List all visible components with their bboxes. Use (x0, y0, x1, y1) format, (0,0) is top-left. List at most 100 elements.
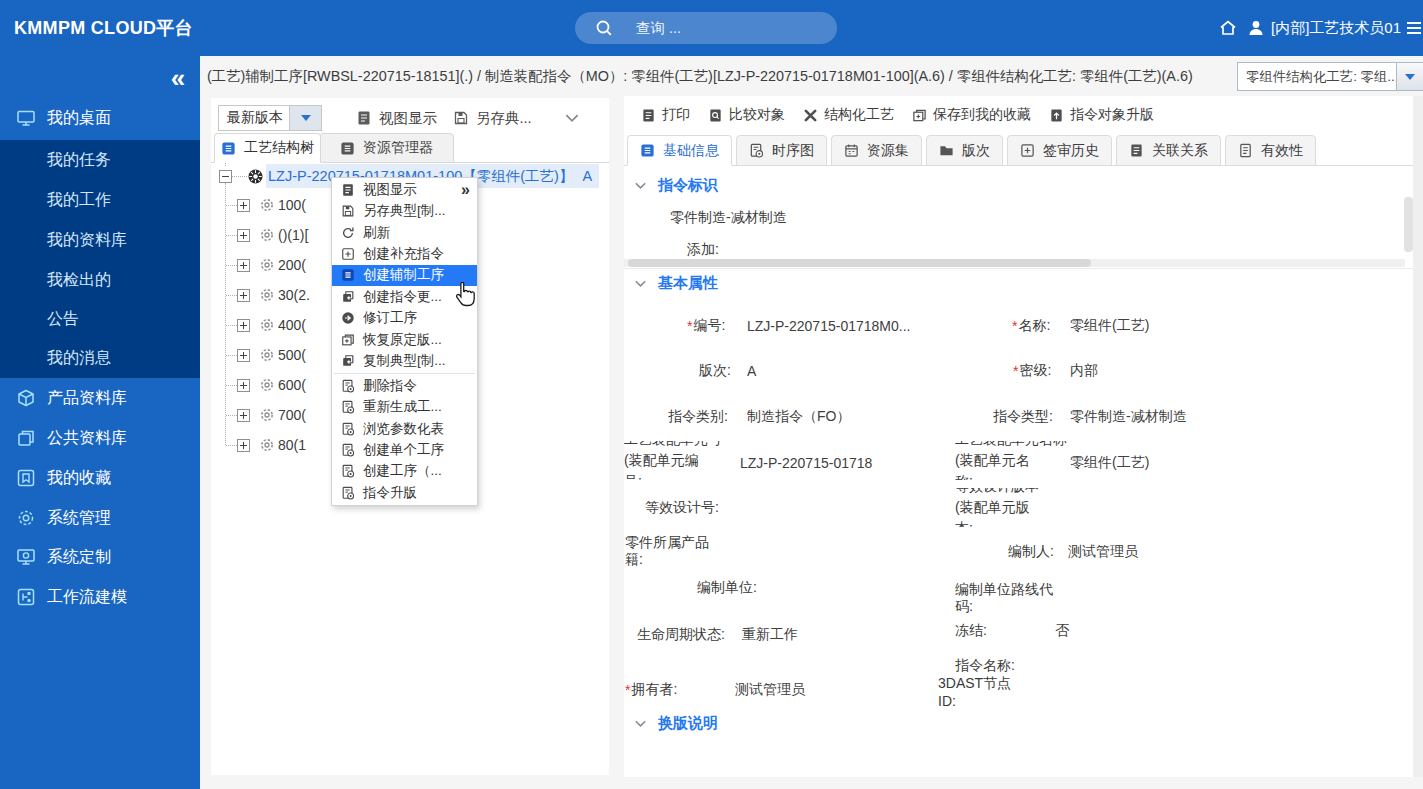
tree-connector (226, 445, 237, 446)
menu-item-restore-original[interactable]: 恢复原定版... (332, 329, 477, 350)
sidebar-item-public-library[interactable]: 公共资料库 (0, 418, 200, 458)
breadcrumb: (工艺)辅制工序[RWBSL-220715-18151](.) / 制造装配指令… (207, 56, 1225, 96)
menu-icon[interactable] (1404, 18, 1423, 38)
menu-item-save-as-typical[interactable]: 另存典型[制... (332, 200, 477, 221)
sidebar-item-system-customization[interactable]: 系统定制 (0, 537, 200, 577)
menu-item-browse-param-table[interactable]: 浏览参数化表 (332, 418, 477, 439)
global-search-input[interactable]: 查询 ... (575, 12, 837, 44)
sidebar-item-my-library[interactable]: 我的资料库 (0, 220, 200, 260)
sidebar-item-system-management[interactable]: 系统管理 (0, 498, 200, 538)
field-type-label: 指令类型: (993, 407, 1053, 427)
tree-node[interactable]: 200( (278, 255, 306, 275)
menu-item-create-single-process[interactable]: 创建单个工序 (332, 439, 477, 460)
menu-item-create-supplement[interactable]: 创建补充指令 (332, 243, 477, 264)
menu-item-view-display[interactable]: 视图显示» (332, 179, 477, 200)
child-expander-plus[interactable] (237, 319, 250, 332)
tree-node[interactable]: 400( (278, 315, 306, 335)
process-selector-dropdown[interactable]: 零组件结构化工艺: 零组... (1237, 62, 1423, 91)
sidebar-item-my-tasks[interactable]: 我的任务 (0, 140, 200, 180)
tree-node[interactable]: 30(2. (278, 285, 310, 305)
field-node-id-label: 3DAST节点ID: (938, 674, 1011, 710)
horizontal-scrollbar-thumb[interactable] (628, 259, 1091, 267)
print-button[interactable]: 打印 (641, 106, 690, 124)
field-unit-name-label: 工艺装配单元名称(装配单元名称: (955, 441, 1075, 480)
tab-process-structure-tree[interactable]: 工艺结构树 (214, 133, 321, 163)
child-expander-plus[interactable] (237, 349, 250, 362)
menu-item-create-process[interactable]: 创建工序（... (332, 461, 477, 482)
collapse-toolbar-icon[interactable] (563, 109, 581, 127)
view-display-button[interactable]: 视图显示 (356, 105, 437, 131)
menu-item-instruction-upgrade[interactable]: 指令升版 (332, 482, 477, 503)
menu-item-delete-instruction[interactable]: 删除指令 (332, 375, 477, 396)
sidebar-collapse-button[interactable]: « (158, 60, 198, 96)
tab-approval-history[interactable]: 签审历史 (1007, 135, 1112, 166)
section-revision-notes[interactable]: 换版说明 (633, 714, 718, 733)
instruction-upgrade-button[interactable]: 指令对象升版 (1049, 106, 1154, 124)
list-icon (341, 268, 355, 282)
save-to-favorites-button[interactable]: 保存到我的收藏 (912, 106, 1031, 124)
vertical-scrollbar-thumb[interactable] (1404, 197, 1413, 252)
root-expander-minus[interactable] (219, 170, 232, 183)
menu-item-revise-process[interactable]: 修订工序 (332, 308, 477, 329)
child-expander-plus[interactable] (237, 229, 250, 242)
tab-revisions[interactable]: 版次 (926, 135, 1003, 166)
field-secrecy-label: 密级: (1013, 361, 1051, 381)
version-select-button[interactable] (289, 106, 321, 130)
user-icon[interactable] (1246, 18, 1266, 38)
section-basic-attrs[interactable]: 基本属性 (633, 274, 718, 293)
tab-relations[interactable]: 关联关系 (1116, 135, 1221, 166)
sidebar-item-my-desktop[interactable]: 我的桌面 (0, 96, 200, 140)
sidebar-item-my-favorites[interactable]: 我的收藏 (0, 458, 200, 498)
chevron-down-icon (633, 716, 648, 731)
tree-node[interactable]: ()(1)[ (278, 225, 308, 245)
child-expander-plus[interactable] (237, 439, 250, 452)
structured-process-icon (803, 108, 818, 123)
monitor-gear-icon (16, 547, 36, 567)
section-instruction-id[interactable]: 指令标识 (633, 176, 718, 195)
tree-node[interactable]: 700( (278, 405, 306, 425)
sidebar-item-my-messages[interactable]: 我的消息 (0, 338, 200, 378)
context-menu: 视图显示» 另存典型[制... 刷新 创建补充指令 创建辅制工序 创建指令更..… (331, 177, 478, 506)
home-icon[interactable] (1218, 18, 1238, 38)
compare-icon (708, 108, 723, 123)
field-lifecycle-value: 重新工作 (742, 625, 798, 645)
restore-icon (341, 333, 355, 347)
child-expander-plus[interactable] (237, 409, 250, 422)
menu-item-copy-typical[interactable]: 复制典型[制... (332, 351, 477, 372)
version-select[interactable]: 最新版本 (218, 105, 322, 131)
tree-node[interactable]: 500( (278, 345, 306, 365)
field-owner-value: 测试管理员 (735, 680, 805, 700)
sidebar-item-my-work[interactable]: 我的工作 (0, 180, 200, 220)
tab-basic-info[interactable]: 基础信息 (627, 135, 732, 166)
tree-node[interactable]: 80(1 (278, 435, 306, 455)
child-expander-plus[interactable] (237, 379, 250, 392)
child-expander-plus[interactable] (237, 199, 250, 212)
print-icon (641, 108, 656, 123)
doc-icon (341, 183, 355, 197)
compare-button[interactable]: 比较对象 (708, 106, 785, 124)
child-expander-plus[interactable] (237, 259, 250, 272)
vertical-scrollbar[interactable] (1413, 96, 1423, 777)
menu-item-regenerate[interactable]: 重新生成工... (332, 396, 477, 417)
save-as-typical-button[interactable]: 另存典... (453, 105, 532, 131)
sidebar-item-my-checkouts[interactable]: 我检出的 (0, 260, 200, 300)
tab-sequence-diagram[interactable]: 时序图 (736, 135, 827, 166)
tree-node[interactable]: 600( (278, 375, 306, 395)
field-revision-label: 版次: (699, 361, 731, 381)
dropdown-button[interactable] (1396, 63, 1423, 90)
tab-resource-set[interactable]: 资源集 (831, 135, 922, 166)
doc-gear-icon (341, 443, 355, 457)
structured-process-button[interactable]: 结构化工艺 (803, 106, 894, 124)
sidebar: « 我的桌面 我的任务 我的工作 我的资料库 我检出的 公告 我的消息 产品资料… (0, 56, 200, 789)
tab-resource-manager[interactable]: 资源管理器 (319, 133, 454, 163)
sidebar-item-announcements[interactable]: 公告 (0, 299, 200, 339)
menu-item-refresh[interactable]: 刷新 (332, 222, 477, 243)
child-expander-plus[interactable] (237, 289, 250, 302)
current-user-label[interactable]: [内部]工艺技术员01 (1271, 0, 1401, 56)
sidebar-item-product-library[interactable]: 产品资料库 (0, 378, 200, 418)
tree-connector (226, 355, 237, 356)
tree-node[interactable]: 100( (278, 195, 306, 215)
sidebar-item-workflow-modeling[interactable]: 工作流建模 (0, 577, 200, 617)
tab-validity[interactable]: 有效性 (1225, 135, 1316, 166)
field-unit-rev-label: 等效设计版本(装配单元版本: (955, 488, 1075, 527)
